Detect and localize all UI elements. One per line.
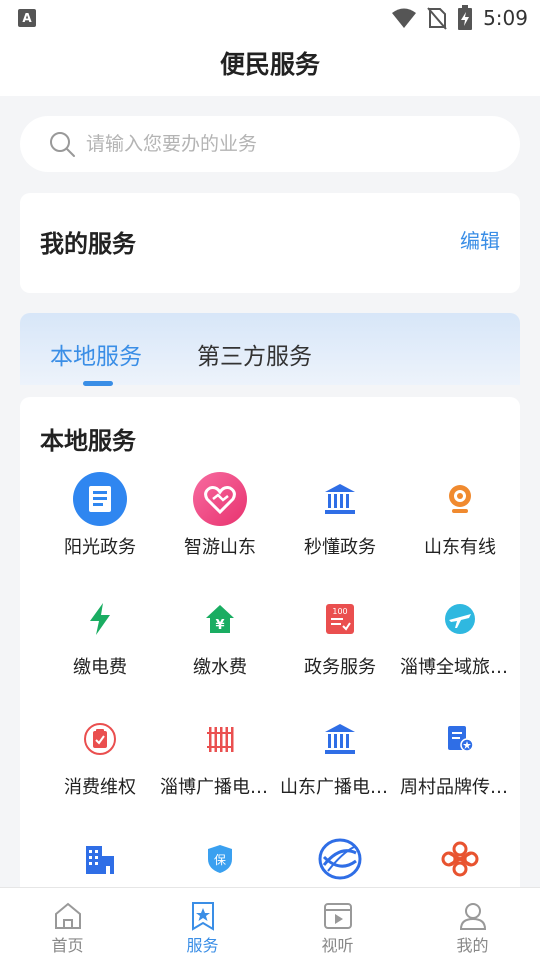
shield-bao-icon: 保 bbox=[192, 831, 248, 887]
service-label: 淄博全域旅游... bbox=[400, 657, 520, 678]
service-item-jiao-shuifei[interactable]: ¥ 缴水费 bbox=[160, 587, 280, 707]
service-item-miaodong-zhengwu[interactable]: 秒懂政务 bbox=[280, 467, 400, 587]
service-label: 智游山东 bbox=[184, 537, 256, 558]
search-input[interactable] bbox=[86, 116, 486, 172]
page-header: 便民服务 bbox=[0, 36, 540, 96]
service-label: 政务服务 bbox=[304, 657, 376, 678]
nav-item-mine[interactable]: 我的 bbox=[405, 888, 540, 960]
service-label: 山东广播电视... bbox=[280, 777, 400, 798]
svg-text:保: 保 bbox=[214, 853, 226, 867]
service-label: 淄博广播电视... bbox=[160, 777, 280, 798]
china-mobile-logo-icon bbox=[312, 831, 368, 887]
service-item-zibo-guangbo[interactable]: 淄博广播电视... bbox=[160, 707, 280, 827]
user-icon bbox=[459, 903, 486, 930]
video-play-icon bbox=[323, 903, 352, 929]
service-grid: 阳光政务 智游山东 秒懂政务 山东有线 缴电费 ¥ 缴水费 100 政务服务 淄… bbox=[20, 467, 520, 947]
nav-item-home[interactable]: 首页 bbox=[0, 888, 135, 960]
tab-active-indicator bbox=[83, 381, 113, 386]
home-icon bbox=[54, 902, 81, 929]
service-tabs: 本地服务 第三方服务 bbox=[20, 313, 520, 386]
service-item-shandong-youxian[interactable]: 山东有线 bbox=[400, 467, 520, 587]
lightning-icon bbox=[72, 591, 128, 647]
service-label: 缴水费 bbox=[193, 657, 247, 678]
checklist-100-icon: 100 bbox=[312, 591, 368, 647]
clipboard-check-icon bbox=[72, 711, 128, 767]
nav-label: 首页 bbox=[51, 936, 84, 955]
service-item-xiaofei-weiquan[interactable]: 消费维权 bbox=[40, 707, 160, 827]
service-item-zhoucun-pinpai[interactable]: 周村品牌传播... bbox=[400, 707, 520, 827]
document-badge-icon bbox=[432, 711, 488, 767]
service-item-shandong-guangbo[interactable]: 山东广播电视... bbox=[280, 707, 400, 827]
svg-text:100: 100 bbox=[332, 607, 347, 616]
search-icon bbox=[50, 132, 75, 157]
svg-text:¥: ¥ bbox=[215, 618, 224, 633]
heart-circle-icon bbox=[192, 471, 248, 527]
my-service-card: 我的服务 编辑 bbox=[20, 193, 520, 293]
page-title: 便民服务 bbox=[219, 50, 320, 79]
notification-a-icon: A bbox=[18, 9, 36, 27]
service-item-yangguang-zhengwu[interactable]: 阳光政务 bbox=[40, 467, 160, 587]
plane-globe-icon bbox=[432, 591, 488, 647]
status-icons: 5:09 bbox=[391, 5, 528, 31]
bottom-nav: 首页 服务 视听 我的 bbox=[0, 887, 540, 960]
service-label: 周村品牌传播... bbox=[400, 777, 520, 798]
search-bar[interactable] bbox=[20, 116, 520, 172]
radiator-icon bbox=[192, 711, 248, 767]
battery-charging-icon bbox=[458, 5, 473, 30]
service-item-zhiyou-shandong[interactable]: 智游山东 bbox=[160, 467, 280, 587]
government-building-icon bbox=[312, 471, 368, 527]
clock: 5:09 bbox=[483, 6, 528, 30]
city-buildings-icon bbox=[72, 831, 128, 887]
nav-item-service[interactable]: 服务 bbox=[135, 888, 270, 960]
service-label: 阳光政务 bbox=[64, 537, 136, 558]
status-bar: A 5:09 bbox=[0, 0, 540, 36]
nav-label: 视听 bbox=[321, 936, 354, 955]
nav-item-video[interactable]: 视听 bbox=[270, 888, 405, 960]
service-item-zibo-lvyou[interactable]: 淄博全域旅游... bbox=[400, 587, 520, 707]
service-item-zhengwu-fuwu[interactable]: 100 政务服务 bbox=[280, 587, 400, 707]
wifi-icon bbox=[392, 8, 417, 28]
document-circle-icon bbox=[72, 471, 128, 527]
nav-label: 我的 bbox=[456, 936, 489, 955]
bookmark-star-icon bbox=[191, 902, 214, 931]
service-label: 缴电费 bbox=[73, 657, 127, 678]
search-area bbox=[0, 96, 540, 174]
webcam-icon bbox=[432, 471, 488, 527]
service-label: 秒懂政务 bbox=[304, 537, 376, 558]
no-sim-icon bbox=[427, 7, 447, 30]
my-service-title: 我的服务 bbox=[40, 230, 136, 258]
service-label: 山东有线 bbox=[424, 537, 496, 558]
tab-local-service[interactable]: 本地服务 bbox=[50, 337, 142, 371]
local-service-title: 本地服务 bbox=[40, 427, 136, 455]
local-service-card: 本地服务 阳光政务 智游山东 秒懂政务 山东有线 缴电费 ¥ 缴水费 100 政… bbox=[20, 397, 520, 897]
china-unicom-logo-icon bbox=[432, 831, 488, 887]
service-label: 消费维权 bbox=[64, 777, 136, 798]
edit-button[interactable]: 编辑 bbox=[460, 225, 500, 254]
house-yuan-icon: ¥ bbox=[192, 591, 248, 647]
nav-label: 服务 bbox=[186, 936, 219, 955]
government-building-icon bbox=[312, 711, 368, 767]
tab-third-party-service[interactable]: 第三方服务 bbox=[197, 337, 312, 371]
service-item-jiao-dianfei[interactable]: 缴电费 bbox=[40, 587, 160, 707]
